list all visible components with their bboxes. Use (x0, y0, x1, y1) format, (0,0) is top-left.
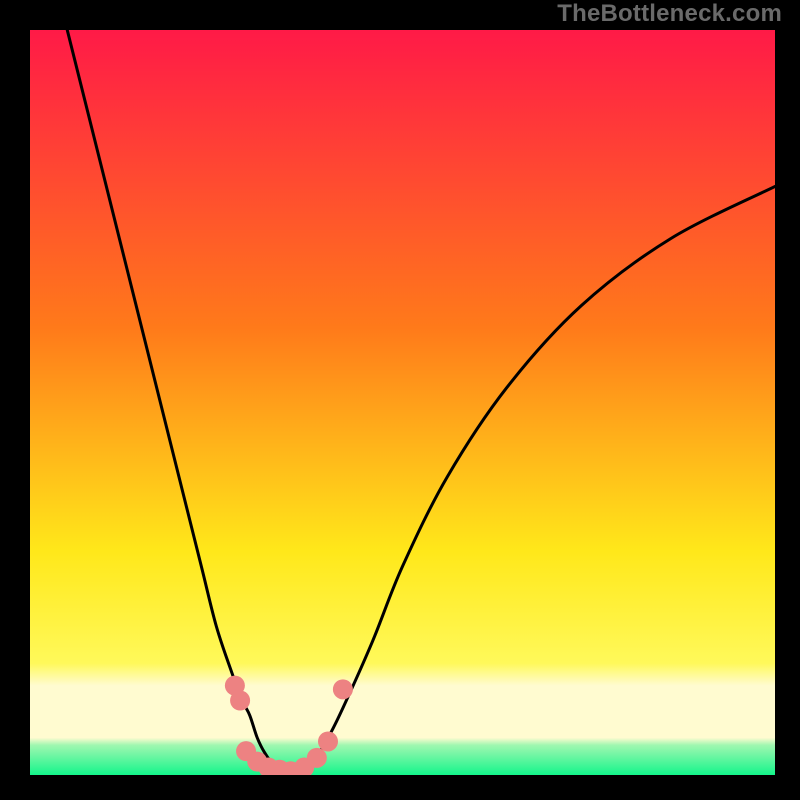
highlight-marker (318, 731, 338, 751)
highlight-marker (307, 748, 327, 768)
bottleneck-chart (30, 30, 775, 775)
highlight-marker (230, 691, 250, 711)
chart-frame: TheBottleneck.com (0, 0, 800, 800)
watermark-text: TheBottleneck.com (557, 0, 782, 28)
plot-area (30, 30, 775, 775)
gradient-background (30, 30, 775, 775)
highlight-marker (333, 679, 353, 699)
